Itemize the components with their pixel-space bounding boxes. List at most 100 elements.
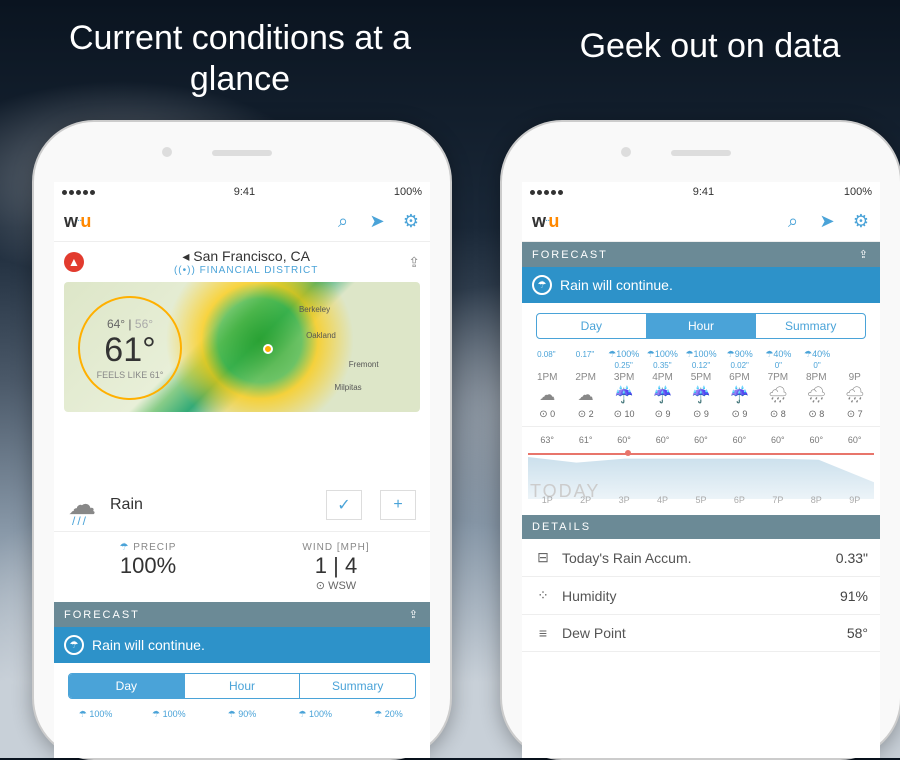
temp-chart[interactable]: 63°61°60°60°60°60°60°60°60° TODAY 1P2P3P… (528, 431, 874, 511)
hourly-grid[interactable]: 1PM☁2PM☁3PM☔4PM☔5PM☔6PM☔7PM🌧8PM🌧9P🌧 (522, 370, 880, 407)
detail-icon: ⊟ (534, 549, 552, 566)
forecast-tabs: Day Hour Summary (536, 313, 866, 339)
current-temp: 61° (104, 331, 155, 370)
status-battery: 100% (394, 186, 422, 198)
settings-icon[interactable]: ⚙ (402, 213, 420, 231)
status-time: 9:41 (693, 186, 714, 198)
status-bar: 9:41 100% (522, 182, 880, 202)
tab-summary[interactable]: Summary (756, 314, 865, 338)
location-icon[interactable]: ➤ (818, 213, 836, 231)
search-icon[interactable]: ⌕ (784, 213, 802, 231)
chart-temp-label: 60° (605, 435, 643, 445)
temp-circle: 64° | 56° 61° FEELS LIKE 61° (78, 296, 182, 400)
chart-temp-label: 60° (682, 435, 720, 445)
chart-temp-label: 60° (759, 435, 797, 445)
tab-summary[interactable]: Summary (300, 674, 415, 698)
logo[interactable]: w¨u (532, 211, 559, 232)
hourly-wind-row: ⊙ 0⊙ 2⊙ 10⊙ 9⊙ 9⊙ 9⊙ 8⊙ 8⊙ 7 (522, 407, 880, 427)
chart-temp-label: 63° (528, 435, 566, 445)
detail-row: ⁘Humidity91% (522, 577, 880, 615)
radar-map[interactable]: 64° | 56° 61° FEELS LIKE 61° Berkeley Oa… (64, 282, 420, 412)
details-header: DETAILS (522, 515, 880, 539)
tab-hour[interactable]: Hour (185, 674, 301, 698)
hourly-col[interactable]: 2PM☁ (566, 372, 604, 405)
search-icon[interactable]: ⌕ (334, 213, 352, 231)
wind-cell: ⊙ 9 (643, 409, 681, 420)
chart-hour-label: 2P (566, 495, 604, 511)
hourly-col[interactable]: 9P🌧 (836, 372, 874, 405)
chart-hour-label: 8P (797, 495, 835, 511)
detail-value: 91% (840, 588, 868, 604)
chart-hour-label: 1P (528, 495, 566, 511)
wind-dir: ⊙ WSW (242, 579, 430, 592)
detail-icon: ≡ (534, 625, 552, 641)
hourly-col[interactable]: 4PM☔ (643, 372, 681, 405)
forecast-header: FORECAST ⇪ (522, 242, 880, 267)
detail-value: 0.33" (836, 550, 868, 566)
hourly-col[interactable]: 3PM☔ (605, 372, 643, 405)
wind-label: WIND [MPH] (242, 542, 430, 553)
condition-icon: ☁/// (68, 488, 96, 521)
detail-icon: ⁘ (534, 587, 552, 604)
hero-card: ▲ ◂ San Francisco, CA ((•)) FINANCIAL DI… (54, 242, 430, 478)
hourly-col[interactable]: 7PM🌧 (759, 372, 797, 405)
hourly-col[interactable]: 5PM☔ (682, 372, 720, 405)
tab-day[interactable]: Day (537, 314, 647, 338)
location-name[interactable]: ◂ San Francisco, CA (92, 248, 400, 265)
phone-left: 9:41 100% w¨u ⌕ ➤ ⚙ ▲ ◂ San Francisco, C… (32, 120, 452, 760)
chart-temp-label: 61° (566, 435, 604, 445)
confirm-button[interactable]: ✓ (326, 490, 362, 520)
chart-temp-label: 60° (836, 435, 874, 445)
chart-temp-label: 60° (797, 435, 835, 445)
rain-banner-icon: ☂ (64, 635, 84, 655)
wind-cell: ⊙ 2 (566, 409, 604, 420)
forecast-header: FORECAST ⇪ (54, 602, 430, 627)
hourly-col[interactable]: 1PM☁ (528, 372, 566, 405)
wind-cell: ⊙ 9 (682, 409, 720, 420)
wind-cell: ⊙ 7 (836, 409, 874, 420)
wind-cell: ⊙ 8 (797, 409, 835, 420)
condition-text: Rain (110, 496, 308, 514)
wind-cell: ⊙ 0 (528, 409, 566, 420)
chart-hour-label: 3P (605, 495, 643, 511)
chart-hour-label: 4P (643, 495, 681, 511)
hourly-col[interactable]: 8PM🌧 (797, 372, 835, 405)
stats-row: ☂ PRECIP 100% WIND [MPH] 1 | 4 ⊙ WSW (54, 532, 430, 602)
rain-banner[interactable]: ☂ Rain will continue. (522, 267, 880, 303)
wind-cell: ⊙ 10 (605, 409, 643, 420)
settings-icon[interactable]: ⚙ (852, 213, 870, 231)
status-bar: 9:41 100% (54, 182, 430, 202)
condition-row: ☁/// Rain ✓ + (54, 478, 430, 532)
chart-hour-label: 9P (836, 495, 874, 511)
forecast-tabs: Day Hour Summary (68, 673, 416, 699)
precip-value: 100% (54, 553, 242, 579)
location-sub: ((•)) FINANCIAL DISTRICT (92, 265, 400, 276)
add-button[interactable]: + (380, 490, 416, 520)
feels-like: FEELS LIKE 61° (97, 370, 164, 380)
wind-cell: ⊙ 8 (759, 409, 797, 420)
status-time: 9:41 (234, 186, 255, 198)
tab-hour[interactable]: Hour (647, 314, 757, 338)
rain-banner[interactable]: ☂ Rain will continue. (54, 627, 430, 663)
hourly-col[interactable]: 6PM☔ (720, 372, 758, 405)
alert-icon[interactable]: ▲ (64, 252, 84, 272)
chart-hour-label: 7P (759, 495, 797, 511)
chart-hour-label: 5P (682, 495, 720, 511)
status-battery: 100% (844, 186, 872, 198)
chart-hour-label: 6P (720, 495, 758, 511)
logo[interactable]: w¨u (64, 211, 91, 232)
wind-cell: ⊙ 9 (720, 409, 758, 420)
navbar: w¨u ⌕ ➤ ⚙ (522, 202, 880, 242)
location-icon[interactable]: ➤ (368, 213, 386, 231)
share-icon[interactable]: ⇪ (408, 254, 420, 271)
daily-precip-row: ☂ 100% ☂ 100% ☂ 90% ☂ 100% ☂ 20% (54, 709, 430, 720)
detail-row: ≡Dew Point58° (522, 615, 880, 652)
detail-row: ⊟Today's Rain Accum.0.33" (522, 539, 880, 577)
forecast-share-icon[interactable]: ⇪ (859, 248, 870, 261)
headline-right: Geek out on data (530, 26, 890, 67)
tab-day[interactable]: Day (69, 674, 185, 698)
forecast-share-icon[interactable]: ⇪ (409, 608, 420, 621)
phone-right: 9:41 100% w¨u ⌕ ➤ ⚙ FORECAST ⇪ ☂ Rain wi… (500, 120, 900, 760)
wind-value: 1 | 4 (242, 553, 430, 579)
headline-left: Current conditions at a glance (30, 18, 450, 100)
